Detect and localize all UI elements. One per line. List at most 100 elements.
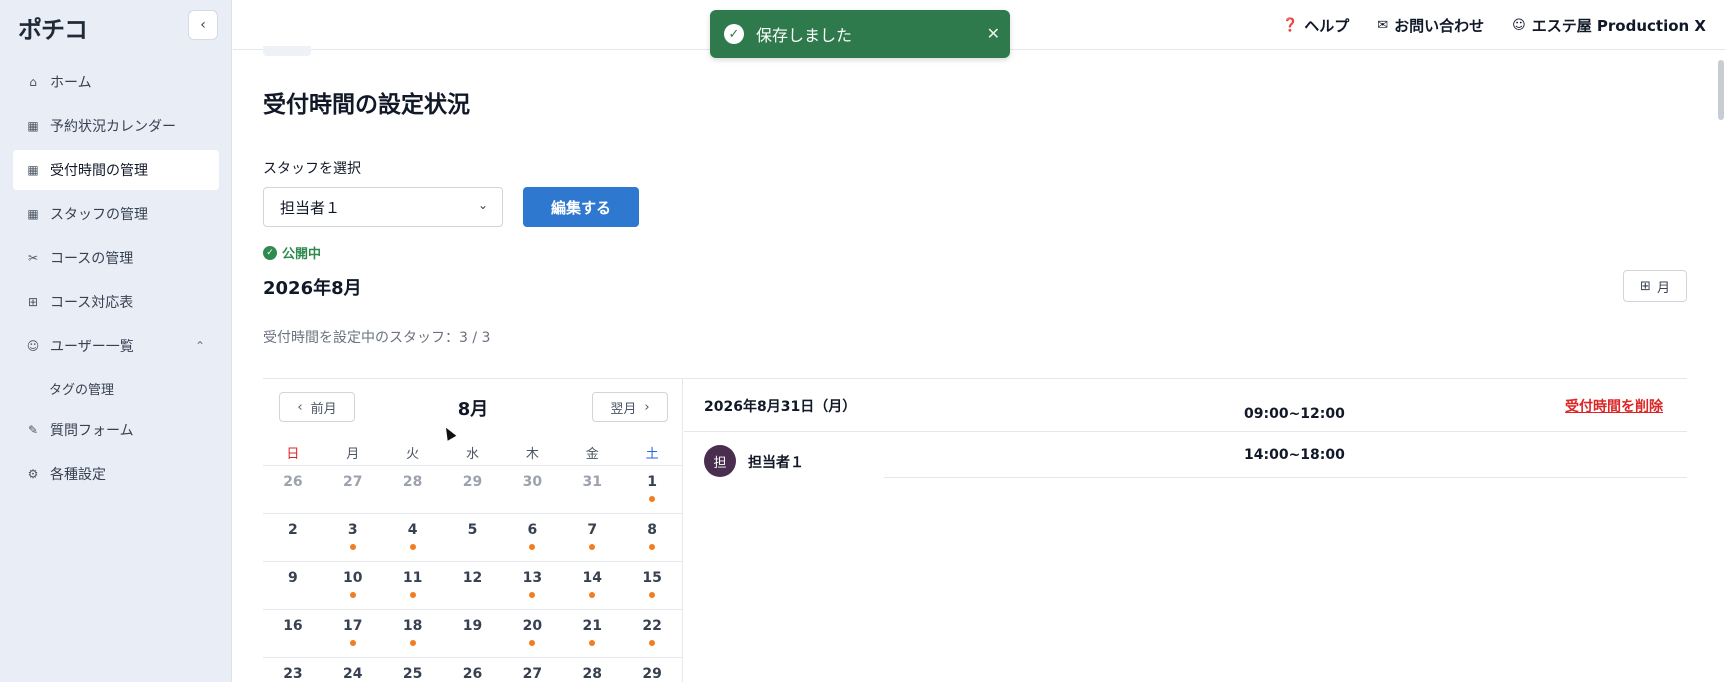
calendar-day-number: 22 bbox=[642, 618, 662, 634]
calendar-day[interactable]: 1 bbox=[622, 466, 682, 513]
calendar-day[interactable]: 18 bbox=[383, 610, 443, 657]
calendar-day[interactable]: 10 bbox=[323, 562, 383, 609]
calendar-day-number: 24 bbox=[343, 666, 363, 682]
app-logo[interactable]: ポチコ bbox=[18, 10, 88, 45]
calendar-day[interactable]: 6 bbox=[502, 514, 562, 561]
close-icon[interactable]: ✕ bbox=[987, 24, 1000, 43]
sidebar-item-home[interactable]: ⌂ ホーム bbox=[13, 62, 219, 102]
calendar-day[interactable]: 31 bbox=[562, 466, 622, 513]
calendar-day[interactable]: 26 bbox=[443, 658, 503, 682]
weekday-label: 水 bbox=[466, 446, 480, 462]
chevron-right-icon: › bbox=[644, 399, 650, 415]
calendar-nav: ‹ 前月 8月 翌月 › bbox=[263, 379, 682, 439]
sidebar-item-reservation-calendar[interactable]: ▦ 予約状況カレンダー bbox=[13, 106, 219, 146]
calendar-day-number: 9 bbox=[288, 570, 298, 586]
sidebar-item-label: ユーザー一覧 bbox=[50, 339, 134, 355]
calendar-day[interactable]: 13 bbox=[502, 562, 562, 609]
sidebar-item-label: 受付時間の管理 bbox=[50, 163, 148, 179]
calendar-day[interactable]: 11 bbox=[383, 562, 443, 609]
sidebar-item-users[interactable]: ☺ ユーザー一覧 ⌃ bbox=[13, 326, 219, 366]
success-toast: ✓ 保存しました ✕ bbox=[710, 10, 1010, 58]
calendar-day[interactable]: 9 bbox=[263, 562, 323, 609]
calendar-day[interactable]: 21 bbox=[562, 610, 622, 657]
calendar-day[interactable]: 28 bbox=[562, 658, 622, 682]
detail-date: 2026年8月31日（月） bbox=[704, 399, 857, 415]
detail-header: 2026年8月31日（月） 受付時間を削除 bbox=[684, 379, 1687, 432]
calendar-day-number: 14 bbox=[582, 570, 602, 586]
next-month-button[interactable]: 翌月 › bbox=[592, 392, 668, 422]
calendar-day[interactable]: 23 bbox=[263, 658, 323, 682]
sidebar-item-course-table[interactable]: ⊞ コース対応表 bbox=[13, 282, 219, 322]
availability-dot bbox=[349, 640, 356, 646]
sidebar-item-staff[interactable]: ▦ スタッフの管理 bbox=[13, 194, 219, 234]
calendar-day[interactable]: 14 bbox=[562, 562, 622, 609]
help-label: ヘルプ bbox=[1304, 16, 1350, 35]
month-view-button[interactable]: ⊞ 月 bbox=[1623, 270, 1687, 302]
sidebar-item-label: コース対応表 bbox=[50, 295, 134, 311]
home-icon: ⌂ bbox=[29, 75, 37, 89]
calendar-day[interactable]: 4 bbox=[383, 514, 443, 561]
calendar-day-number: 6 bbox=[527, 522, 538, 538]
chevron-down-icon: ⌄ bbox=[477, 198, 488, 212]
weekday-label: 日 bbox=[286, 446, 300, 462]
sidebar: ポチコ ‹ ⌂ ホーム ▦ 予約状況カレンダー ▦ 受付時間の管理 ▦ スタッフ… bbox=[0, 0, 232, 682]
availability-dot bbox=[409, 592, 416, 598]
delete-reception-link[interactable]: 受付時間を削除 bbox=[1565, 396, 1663, 416]
gear-icon: ⚙ bbox=[27, 467, 39, 481]
calendar-day[interactable]: 3 bbox=[323, 514, 383, 561]
calendar-day-number: 27 bbox=[343, 474, 363, 490]
help-link[interactable]: ❓ ヘルプ bbox=[1282, 15, 1349, 36]
calendar-day[interactable]: 8 bbox=[622, 514, 682, 561]
calendar-user-icon: ▦ bbox=[27, 207, 39, 221]
calendar-day[interactable]: 24 bbox=[323, 658, 383, 682]
staff-select[interactable]: 担当者１ ⌄ bbox=[263, 187, 503, 227]
calendar-day[interactable]: 17 bbox=[323, 610, 383, 657]
sidebar-collapse-button[interactable]: ‹ bbox=[188, 10, 218, 40]
sidebar-item-label: 各種設定 bbox=[50, 467, 106, 483]
question-circle-icon: ❓ bbox=[1282, 17, 1299, 33]
sidebar-item-question-form[interactable]: ✎ 質問フォーム bbox=[13, 410, 219, 450]
calendar-day[interactable]: 29 bbox=[443, 466, 503, 513]
sidebar-item-label: 予約状況カレンダー bbox=[50, 119, 176, 135]
calendar-day-number: 1 bbox=[647, 474, 657, 490]
user-icon: ☺ bbox=[26, 339, 40, 353]
account-label: エステ屋 Production X bbox=[1531, 16, 1706, 35]
calendar-day-number: 18 bbox=[402, 618, 423, 634]
availability-dot bbox=[349, 544, 356, 550]
scrollbar[interactable] bbox=[1718, 60, 1724, 120]
calendar-check-icon: ▦ bbox=[27, 163, 39, 177]
account-menu[interactable]: ☺ エステ屋 Production X bbox=[1512, 15, 1706, 36]
calendar-day[interactable]: 16 bbox=[263, 610, 323, 657]
calendar-day[interactable]: 20 bbox=[502, 610, 562, 657]
calendar-day[interactable]: 26 bbox=[263, 466, 323, 513]
calendar-day[interactable]: 27 bbox=[502, 658, 562, 682]
calendar-day-number: 11 bbox=[402, 570, 423, 586]
contact-link[interactable]: ✉ お問い合わせ bbox=[1377, 15, 1484, 36]
edit-button[interactable]: 編集する bbox=[523, 187, 639, 227]
sidebar-item-label: 質問フォーム bbox=[50, 423, 134, 439]
avatar: 担 bbox=[704, 445, 736, 477]
calendar-day[interactable]: 28 bbox=[383, 466, 443, 513]
sidebar-item-settings[interactable]: ⚙ 各種設定 bbox=[13, 454, 219, 494]
calendar-day[interactable]: 27 bbox=[323, 466, 383, 513]
calendar-week-row: 9 10 11 12 13 14 15 bbox=[263, 561, 682, 609]
sidebar-item-courses[interactable]: ✂ コースの管理 bbox=[13, 238, 219, 278]
calendar-day[interactable]: 15 bbox=[622, 562, 682, 609]
grid-icon: ⊞ bbox=[27, 295, 39, 309]
sidebar-item-tags[interactable]: タグの管理 bbox=[13, 370, 219, 406]
calendar-day-number: 2 bbox=[288, 522, 298, 538]
sidebar-item-reception-time[interactable]: ▦ 受付時間の管理 bbox=[13, 150, 219, 190]
calendar-day[interactable]: 2 bbox=[263, 514, 323, 561]
calendar-day[interactable]: 25 bbox=[383, 658, 443, 682]
calendar-day[interactable]: 5 bbox=[443, 514, 503, 561]
calendar-day[interactable]: 29 bbox=[622, 658, 682, 682]
calendar-day[interactable]: 7 bbox=[562, 514, 622, 561]
calendar-day[interactable]: 22 bbox=[622, 610, 682, 657]
calendar-day[interactable]: 19 bbox=[443, 610, 503, 657]
table-icon: ⊞ bbox=[1640, 278, 1651, 294]
weekday-label: 火 bbox=[406, 446, 420, 462]
calendar-day[interactable]: 30 bbox=[502, 466, 562, 513]
chevron-left-icon: ‹ bbox=[200, 17, 206, 33]
calendar-day[interactable]: 12 bbox=[443, 562, 503, 609]
availability-dot bbox=[529, 544, 536, 550]
